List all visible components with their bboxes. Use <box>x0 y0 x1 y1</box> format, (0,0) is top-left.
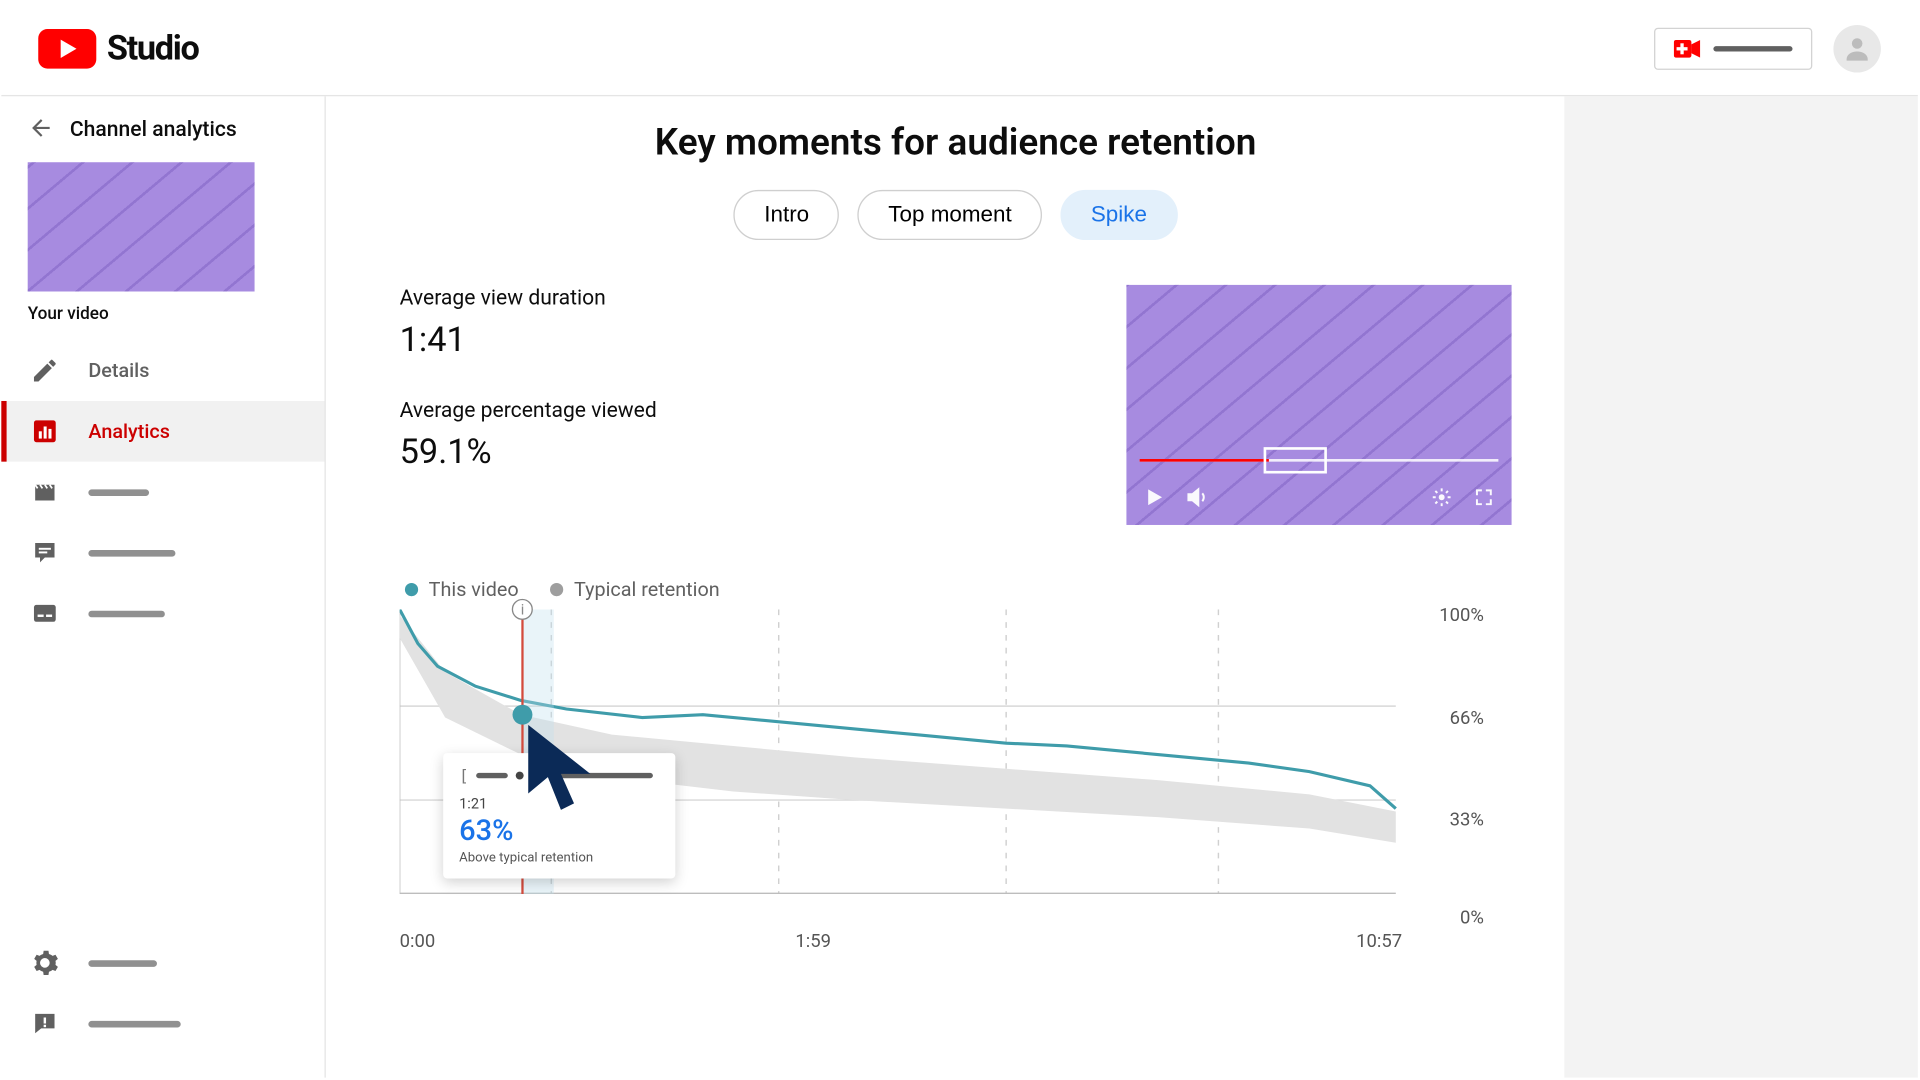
sidebar-item-subtitles[interactable] <box>1 583 324 644</box>
your-video-label: Your video <box>1 305 324 341</box>
chart-legend: This video Typical retention <box>405 578 1512 602</box>
placeholder-line <box>88 1020 180 1027</box>
y-tick-66: 66% <box>1450 708 1484 729</box>
retention-chart[interactable]: 100% 66% 33% 0% 0:00 1:59 10:57 i [ ] <box>400 609 1482 920</box>
sidebar-item-feedback[interactable] <box>1 993 324 1054</box>
sidebar-item-details[interactable]: Details <box>1 340 324 401</box>
tooltip-percent: 63% <box>459 816 659 849</box>
y-tick-0: 0% <box>1460 907 1484 928</box>
placeholder-line <box>477 773 509 778</box>
placeholder-line <box>88 960 157 967</box>
back-to-channel-analytics[interactable]: Channel analytics <box>1 115 324 162</box>
legend-dot-this-video <box>405 583 418 596</box>
back-label: Channel analytics <box>70 115 237 140</box>
create-video-icon <box>1674 39 1700 57</box>
pencil-icon <box>30 356 59 385</box>
y-tick-100: 100% <box>1439 605 1484 626</box>
gear-icon <box>30 948 59 977</box>
account-avatar[interactable] <box>1833 24 1880 71</box>
tooltip-dot-icon <box>516 772 524 780</box>
preview-seek-handle[interactable] <box>1263 447 1326 473</box>
tooltip-note: Above typical retention <box>459 851 659 866</box>
analytics-icon <box>30 417 59 446</box>
sidebar-item-editor[interactable] <box>1 462 324 523</box>
studio-logo[interactable]: Studio <box>38 28 198 68</box>
legend-dot-typical <box>550 583 563 596</box>
video-preview[interactable] <box>1126 285 1511 525</box>
legend-typical: Typical retention <box>574 578 720 602</box>
volume-icon[interactable] <box>1184 485 1208 509</box>
create-button[interactable] <box>1654 27 1812 69</box>
y-tick-33: 33% <box>1450 810 1484 831</box>
tab-intro[interactable]: Intro <box>734 190 840 240</box>
comments-icon <box>30 538 59 567</box>
fullscreen-icon[interactable] <box>1472 485 1496 509</box>
sidebar-item-analytics[interactable]: Analytics <box>1 401 324 462</box>
avg-view-duration-label: Average view duration <box>400 285 1048 310</box>
tab-top-moment[interactable]: Top moment <box>858 190 1042 240</box>
video-thumbnail[interactable] <box>28 162 255 291</box>
legend-this-video: This video <box>429 578 519 602</box>
sidebar-item-settings[interactable] <box>1 933 324 994</box>
placeholder-line <box>88 610 165 617</box>
main-content: Key moments for audience retention Intro… <box>326 96 1565 1077</box>
moment-tabs: Intro Top moment Spike <box>400 190 1512 240</box>
placeholder-line <box>1713 46 1792 51</box>
topbar: Studio <box>1 1 1918 96</box>
placeholder-line <box>88 489 149 496</box>
subtitles-icon <box>30 599 59 628</box>
clapper-icon <box>30 477 59 506</box>
feedback-icon <box>30 1009 59 1038</box>
x-tick-start: 0:00 <box>400 931 436 952</box>
avg-view-duration-value: 1:41 <box>400 321 1048 361</box>
info-icon[interactable]: i <box>512 599 533 620</box>
tab-spike[interactable]: Spike <box>1060 190 1177 240</box>
avg-pct-viewed-value: 59.1% <box>400 433 1048 473</box>
logo-text: Studio <box>107 28 199 68</box>
play-icon[interactable] <box>1142 485 1166 509</box>
settings-icon[interactable] <box>1430 485 1454 509</box>
sidebar-item-label: Details <box>88 359 149 383</box>
placeholder-line <box>88 549 175 556</box>
right-gutter <box>1564 96 1917 1077</box>
x-tick-end: 10:57 <box>1356 931 1402 952</box>
arrow-left-icon <box>28 115 54 141</box>
avg-pct-viewed-label: Average percentage viewed <box>400 397 1048 422</box>
youtube-icon <box>38 28 96 68</box>
sidebar: Channel analytics Your video Details Ana… <box>1 96 325 1077</box>
sidebar-item-comments[interactable] <box>1 522 324 583</box>
x-tick-mid: 1:59 <box>795 931 831 952</box>
preview-seekbar[interactable] <box>1140 459 1499 462</box>
page-title: Key moments for audience retention <box>400 120 1512 164</box>
sidebar-item-label: Analytics <box>88 419 170 443</box>
